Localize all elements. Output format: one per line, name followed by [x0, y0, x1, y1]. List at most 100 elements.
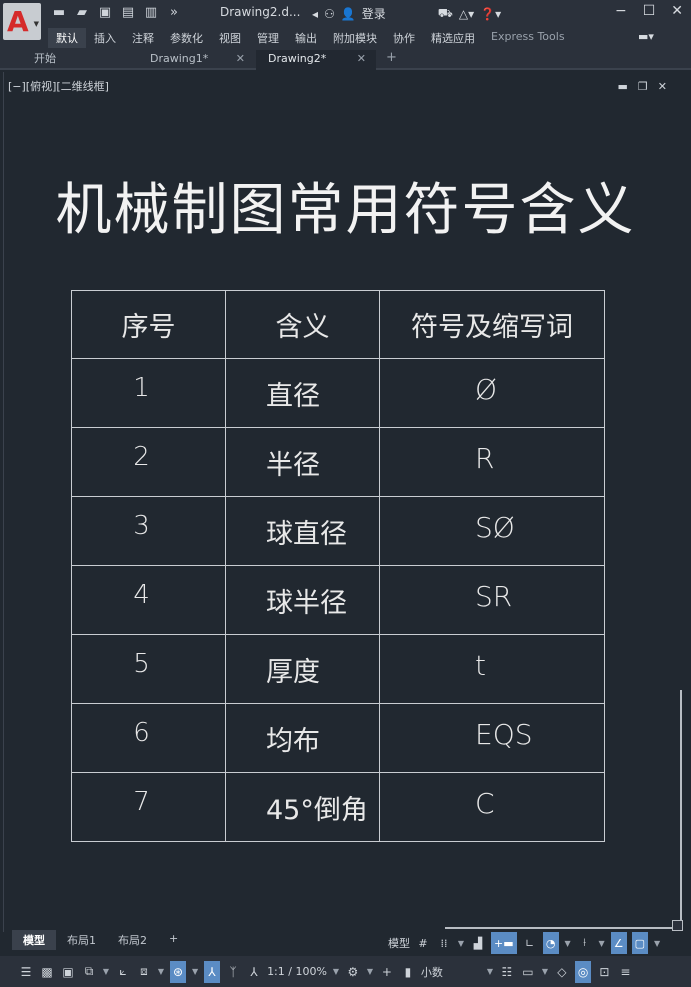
dynamic-ucs-icon[interactable]: ⟀: [115, 961, 131, 983]
chevron-down-icon[interactable]: ▼: [653, 932, 661, 954]
minimize-button[interactable]: −: [615, 3, 627, 19]
ribbon-tab-manage[interactable]: 管理: [249, 28, 287, 48]
viewport-restore-button[interactable]: ❐: [638, 80, 648, 93]
ribbon-tab-annotate[interactable]: 注释: [124, 28, 162, 48]
header-symbol: 符号及缩写词: [379, 290, 605, 359]
file-tab-drawing1[interactable]: Drawing1* ✕: [140, 50, 255, 70]
more-icon[interactable]: »: [165, 5, 183, 20]
layout-tab-layout2[interactable]: 布局2: [107, 930, 158, 950]
new-tab-button[interactable]: +: [386, 50, 397, 65]
lineweight-icon[interactable]: ☰: [18, 961, 34, 983]
table-row: 4 球半径 SR: [71, 565, 605, 635]
annotation-visibility-icon[interactable]: ⅄: [204, 960, 221, 983]
cart-icon[interactable]: ⛟: [438, 6, 453, 22]
infer-constraints-icon[interactable]: ▟: [470, 932, 486, 954]
snap-icon[interactable]: ⁞⁞: [436, 932, 452, 954]
add-layout-button[interactable]: +: [158, 930, 189, 950]
ortho-icon[interactable]: ∟: [522, 932, 538, 954]
viewport-close-button[interactable]: ✕: [658, 80, 667, 93]
plot-icon[interactable]: ▥: [142, 5, 160, 20]
ribbon-tab-default[interactable]: 默认: [48, 28, 86, 48]
customization-menu-icon[interactable]: ≡: [617, 961, 633, 983]
search-back-icon[interactable]: ◂: [312, 7, 318, 21]
chevron-down-icon[interactable]: ▼: [191, 961, 199, 983]
3d-osnap-icon[interactable]: ⧉: [81, 961, 97, 983]
ribbon-minimize-icon[interactable]: ▬▾: [638, 30, 654, 43]
isodraft-icon[interactable]: ⟊: [577, 932, 593, 954]
chevron-down-icon[interactable]: ▼: [598, 932, 606, 954]
close-icon[interactable]: ✕: [357, 50, 366, 68]
ribbon-tab-express-tools[interactable]: Express Tools: [483, 28, 573, 48]
ribbon-tabs: 默认 插入 注释 参数化 视图 管理 输出 附加模块 协作 精选应用 Expre…: [48, 28, 573, 48]
object-snap-tracking-icon[interactable]: ∠: [610, 932, 627, 954]
auto-scale-icon[interactable]: ᛉ: [225, 961, 241, 983]
selection-cycling-icon[interactable]: ▣: [60, 961, 76, 983]
ribbon-tab-output[interactable]: 输出: [287, 28, 325, 48]
title-bar-tools: ◂ ⚇ 👤 登录 ⛟ △▾ ❓▾: [312, 5, 501, 22]
table-header-row: 序号 含义 符号及缩写词: [71, 290, 605, 359]
clean-screen-icon[interactable]: ⊡: [596, 961, 612, 983]
close-button[interactable]: ✕: [671, 3, 683, 19]
file-tab-start[interactable]: 开始: [22, 50, 142, 70]
chevron-down-icon[interactable]: ▼: [102, 961, 110, 983]
chevron-down-icon[interactable]: ▼: [457, 932, 465, 954]
grid-icon[interactable]: #: [415, 932, 431, 954]
lock-ui-icon[interactable]: ▭: [520, 961, 536, 983]
ribbon-tab-view[interactable]: 视图: [211, 28, 249, 48]
horizontal-scrollbar[interactable]: [445, 927, 681, 929]
dynamic-input-icon[interactable]: +▬: [491, 932, 517, 954]
autodesk-icon[interactable]: △▾: [459, 7, 474, 21]
chevron-down-icon[interactable]: ▼: [564, 932, 572, 954]
annotation-monitor-icon[interactable]: +: [379, 961, 395, 983]
polar-tracking-icon[interactable]: ◔: [542, 932, 559, 954]
chevron-down-icon[interactable]: ▼: [157, 961, 165, 983]
open-icon[interactable]: ▰: [73, 5, 91, 20]
units-dropdown[interactable]: 小数: [421, 961, 481, 983]
symbol-table: 序号 含义 符号及缩写词 1 直径 Ø 2 半径 R 3 球直径 SØ 4 球半…: [71, 290, 605, 842]
save-icon[interactable]: ▣: [96, 5, 114, 20]
viewport-minimize-button[interactable]: ▬: [618, 80, 628, 93]
user-icon[interactable]: 👤: [341, 7, 356, 21]
help-icon[interactable]: ❓▾: [480, 7, 501, 21]
row-meaning: 均布: [225, 703, 380, 773]
units-icon[interactable]: ▮: [400, 961, 416, 983]
chevron-down-icon[interactable]: ▼: [486, 961, 494, 983]
transparency-icon[interactable]: ▩: [39, 961, 55, 983]
ribbon-tab-collaborate[interactable]: 协作: [385, 28, 423, 48]
annotation-scale-value[interactable]: 1:1 / 100%: [267, 961, 327, 983]
ribbon-tab-addins[interactable]: 附加模块: [325, 28, 385, 48]
chevron-down-icon[interactable]: ▼: [541, 961, 549, 983]
login-link[interactable]: 登录: [362, 5, 386, 22]
new-icon[interactable]: ▬: [50, 5, 68, 20]
save-as-icon[interactable]: ▤: [119, 5, 137, 20]
workspace-gear-icon[interactable]: ⚙: [345, 961, 361, 983]
layout-tab-layout1[interactable]: 布局1: [56, 930, 107, 950]
annotation-scale-icon[interactable]: ⅄: [246, 961, 262, 983]
selection-filter-icon[interactable]: ⧈: [136, 961, 152, 983]
layout-tab-model[interactable]: 模型: [12, 930, 56, 950]
row-number: 1: [71, 358, 226, 428]
binoculars-icon[interactable]: ⚇: [324, 7, 335, 21]
quick-properties-icon[interactable]: ☷: [499, 961, 515, 983]
hardware-acceleration-icon[interactable]: ◎: [574, 960, 592, 983]
app-menu-button[interactable]: A ▼: [3, 3, 41, 40]
file-tab-label: 开始: [34, 52, 56, 65]
close-icon[interactable]: ✕: [236, 50, 245, 68]
chevron-down-icon[interactable]: ▼: [366, 961, 374, 983]
viewport-controls-label[interactable]: [−][俯视][二维线框]: [8, 78, 109, 94]
ribbon-tab-parametric[interactable]: 参数化: [162, 28, 211, 48]
status-bar: ☰ ▩ ▣ ⧉ ▼ ⟀ ⧈ ▼ ⊛ ▼ ⅄ ᛉ ⅄ 1:1 / 100% ▼ ⚙…: [0, 956, 691, 987]
file-tab-drawing2[interactable]: Drawing2* ✕: [256, 50, 376, 70]
viewport-window-controls: ▬ ❐ ✕: [618, 80, 668, 93]
isolate-objects-icon[interactable]: ◇: [554, 961, 570, 983]
drawing-title-text: 机械制图常用符号含义: [55, 178, 636, 243]
ribbon-tab-insert[interactable]: 插入: [86, 28, 124, 48]
gizmo-icon[interactable]: ⊛: [170, 960, 187, 983]
chevron-down-icon[interactable]: ▼: [332, 961, 340, 983]
object-snap-icon[interactable]: ▢: [631, 932, 649, 954]
vertical-scrollbar[interactable]: [680, 690, 682, 926]
maximize-button[interactable]: ☐: [643, 3, 656, 19]
row-meaning: 直径: [225, 358, 380, 428]
ribbon-tab-featured-apps[interactable]: 精选应用: [423, 28, 483, 48]
model-space-button[interactable]: 模型: [388, 932, 410, 954]
